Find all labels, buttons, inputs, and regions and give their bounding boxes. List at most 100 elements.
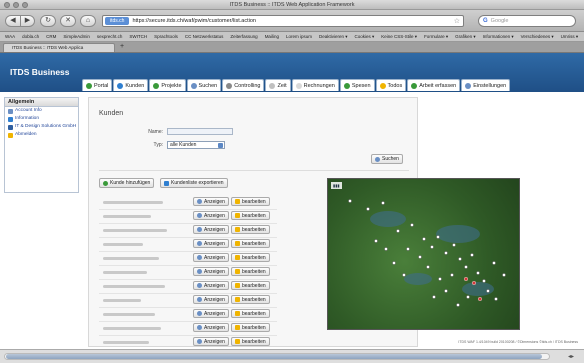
scroll-arrows-icon[interactable]: ◂▸	[568, 353, 574, 360]
back-button[interactable]: ◀	[5, 15, 21, 27]
bookmark-item[interactable]: WAA	[5, 34, 15, 39]
bookmark-item[interactable]: Informationen ▾	[483, 34, 514, 40]
show-button[interactable]: Anzeigen	[193, 253, 229, 262]
url-text[interactable]: https://secure.itds.ch/waf/pwim/customer…	[132, 18, 256, 24]
search-input[interactable]: G Google	[478, 15, 576, 27]
tab-einstellungen[interactable]: Einstellungen	[461, 79, 511, 91]
show-button[interactable]: Anzeigen	[193, 197, 229, 206]
edit-button[interactable]: bearbeiten	[231, 197, 270, 206]
bookmark-item[interactable]: Cookies ▾	[355, 34, 375, 40]
edit-button[interactable]: bearbeiten	[231, 211, 270, 220]
edit-button[interactable]: bearbeiten	[231, 309, 270, 318]
customer-name-redacted[interactable]	[103, 215, 151, 218]
bookmark-item[interactable]: SWITCH	[129, 34, 147, 39]
bookmark-item[interactable]: sexprecht.ch	[97, 34, 123, 39]
edit-button[interactable]: bearbeiten	[231, 239, 270, 248]
bookmark-item[interactable]: Mailing	[265, 34, 279, 39]
table-row: Anzeigen bearbeiten	[99, 336, 277, 350]
tab-kunden[interactable]: Kunden	[113, 79, 149, 91]
scrollbar-thumb[interactable]	[6, 354, 542, 359]
show-button[interactable]: Anzeigen	[193, 225, 229, 234]
customer-name-redacted[interactable]	[103, 299, 141, 302]
customer-name-redacted[interactable]	[103, 313, 155, 316]
tab-projekte[interactable]: Projekte	[149, 79, 186, 91]
bookmark-item[interactable]: CC Netzwerkstatus	[185, 34, 224, 39]
browser-tabs-bar: ITDS Business :: ITDS Web Applica +	[0, 42, 584, 53]
customer-name-redacted[interactable]	[103, 271, 147, 274]
customer-name-redacted[interactable]	[103, 229, 167, 232]
table-row: Anzeigen bearbeiten	[99, 294, 277, 308]
bookmark-item[interactable]: Lorem ipsum	[286, 34, 312, 39]
show-button[interactable]: Anzeigen	[193, 337, 229, 346]
show-button[interactable]: Anzeigen	[193, 323, 229, 332]
tab-rechnungen[interactable]: Rechnungen	[291, 79, 339, 91]
bookmark-item[interactable]: Deaktivieren ▾	[319, 34, 348, 40]
customer-name-redacted[interactable]	[103, 327, 161, 330]
show-button[interactable]: Anzeigen	[193, 239, 229, 248]
show-button[interactable]: Anzeigen	[193, 295, 229, 304]
app-brand: ITDS Business	[10, 67, 70, 77]
search-button[interactable]: Suchen	[371, 154, 403, 164]
tab-arbeit-erfassen[interactable]: Arbeit erfassen	[407, 79, 461, 91]
bookmark-item[interactable]: Grafiken ▾	[455, 34, 476, 40]
home-button[interactable]: ⌂	[80, 15, 96, 27]
bookmark-item[interactable]: SimpleAdmin	[63, 34, 90, 39]
nav-icon	[226, 82, 233, 89]
horizontal-scrollbar[interactable]: ◂▸	[0, 349, 584, 363]
show-button[interactable]: Anzeigen	[193, 267, 229, 276]
browser-tab[interactable]: ITDS Business :: ITDS Web Applica	[3, 43, 115, 52]
edit-button[interactable]: bearbeiten	[231, 295, 270, 304]
add-customer-button[interactable]: Kunde hinzufügen	[99, 178, 155, 188]
site-identity-badge[interactable]: itds.ch	[105, 17, 130, 25]
customer-name-redacted[interactable]	[103, 243, 143, 246]
sidebar-item-label: IT & Design Solutions GmbH	[15, 124, 77, 129]
customer-name-redacted[interactable]	[103, 285, 165, 288]
nav-icon	[295, 82, 302, 89]
customer-name-redacted[interactable]	[103, 201, 163, 204]
tab-portal[interactable]: Portal	[82, 79, 113, 91]
bookmark-item[interactable]: Verschiedenes ▾	[521, 34, 554, 40]
edit-button[interactable]: bearbeiten	[231, 267, 270, 276]
show-button[interactable]: Anzeigen	[193, 211, 229, 220]
name-input[interactable]	[167, 128, 233, 135]
sidebar-item-0[interactable]: Account Info	[5, 107, 78, 115]
tab-label: Suchen	[198, 82, 218, 89]
app-header: ITDS Business Portal Kunden Projekte Suchen…	[0, 53, 584, 92]
pencil-icon	[235, 283, 240, 288]
customer-name-redacted[interactable]	[103, 257, 159, 260]
typ-select[interactable]: alle Kunden	[167, 141, 225, 149]
sidebar-item-2[interactable]: IT & Design Solutions GmbH	[5, 123, 78, 131]
tab-spesen[interactable]: Spesen	[339, 79, 375, 91]
tab-zeit[interactable]: Zeit	[265, 79, 291, 91]
edit-button[interactable]: bearbeiten	[231, 225, 270, 234]
tab-suchen[interactable]: Suchen	[186, 79, 222, 91]
tab-controlling[interactable]: Controlling	[222, 79, 265, 91]
sidebar-item-1[interactable]: Information	[5, 115, 78, 123]
bookmark-item[interactable]: Umriss ▾	[561, 34, 579, 40]
sidebar-item-3[interactable]: Abmelden	[5, 131, 78, 139]
new-tab-button[interactable]: +	[120, 43, 124, 51]
bookmark-item[interactable]: Formulare ▾	[424, 34, 448, 40]
tab-todos[interactable]: Todos	[375, 79, 407, 91]
customer-name-redacted[interactable]	[103, 341, 149, 344]
bookmark-star-icon[interactable]: ☆	[454, 17, 460, 25]
edit-button[interactable]: bearbeiten	[231, 323, 270, 332]
typ-label: Typ:	[153, 142, 163, 148]
url-bar[interactable]: itds.ch https://secure.itds.ch/waf/pwim/…	[102, 15, 464, 27]
edit-button[interactable]: bearbeiten	[231, 253, 270, 262]
reload-button[interactable]: ↻	[40, 15, 56, 27]
map-marker	[396, 229, 400, 233]
stop-button[interactable]: ✕	[60, 15, 76, 27]
bookmark-item[interactable]: CRM	[46, 34, 56, 39]
edit-button[interactable]: bearbeiten	[231, 281, 270, 290]
bookmark-item[interactable]: Zeiterfassung	[230, 34, 257, 39]
show-button[interactable]: Anzeigen	[193, 281, 229, 290]
export-customers-button[interactable]: Kundenliste exportieren	[160, 178, 228, 188]
bookmark-item[interactable]: Sprachtools	[154, 34, 178, 39]
bookmark-item[interactable]: dobla.ch	[22, 34, 39, 39]
edit-button[interactable]: bearbeiten	[231, 337, 270, 346]
forward-button[interactable]: ▶	[20, 15, 35, 27]
table-row: Anzeigen bearbeiten	[99, 224, 277, 238]
show-button[interactable]: Anzeigen	[193, 309, 229, 318]
bookmark-item[interactable]: Keine CSS-Stile ▾	[381, 34, 417, 40]
